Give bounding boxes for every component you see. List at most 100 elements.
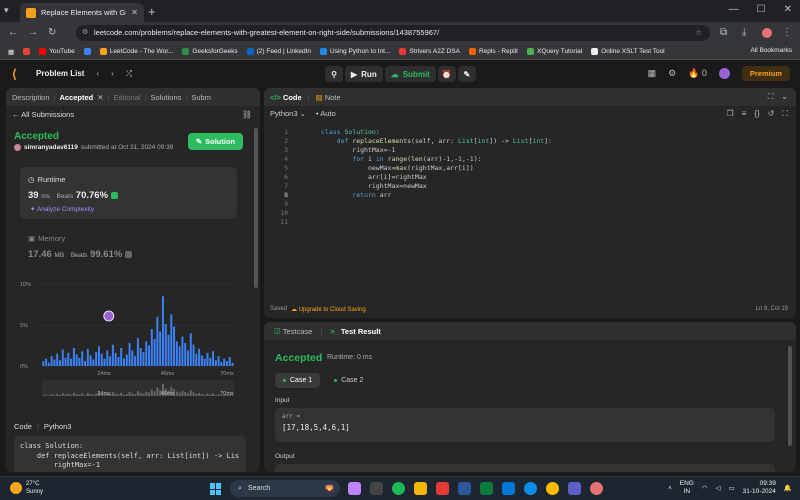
debug-icon[interactable]: ⚲ — [325, 66, 343, 82]
bookmark-youtube[interactable]: YouTube — [39, 48, 75, 55]
windows-start-icon[interactable] — [210, 483, 222, 495]
bookmark-replit[interactable]: Repls - Replit — [468, 48, 518, 55]
case-2-tab[interactable]: Case 2 — [326, 373, 371, 388]
format-icon[interactable]: ≡ — [742, 109, 747, 119]
braces-icon[interactable]: {} — [754, 109, 759, 119]
shuffle-icon[interactable]: ⤮ — [126, 69, 132, 79]
tab-test-result[interactable]: >_ Test Result — [330, 327, 381, 336]
streak-counter[interactable]: 🔥 0 — [688, 68, 707, 79]
tab-solutions[interactable]: Solutions — [151, 93, 182, 102]
tab-note[interactable]: ▤ Note — [316, 93, 341, 102]
premium-button[interactable]: Premium — [741, 66, 790, 81]
weather-widget[interactable]: 27°C Sunny — [10, 480, 43, 496]
extensions-icon[interactable]: ⧉ — [720, 27, 727, 38]
case-1-tab[interactable]: Case 1 — [275, 373, 321, 388]
bookmark-gmail[interactable] — [23, 48, 31, 55]
layout-icon[interactable]: ▦ — [648, 68, 657, 79]
analyze-complexity-link[interactable]: ✦ Analyze Complexity — [30, 205, 94, 213]
taskbar-search[interactable]: ⌕ Search 🌄 — [230, 480, 340, 497]
close-tab-icon[interactable]: ✕ — [97, 93, 103, 102]
clock[interactable]: 09:39 31-10-2024 — [743, 480, 776, 496]
username[interactable]: simranyadav6119 — [24, 144, 78, 151]
bookmark-icon[interactable]: ❐ — [727, 109, 734, 119]
file-explorer-icon[interactable] — [414, 482, 427, 495]
chrome-profile-icon[interactable] — [590, 482, 603, 495]
all-submissions-link[interactable]: ← All Submissions — [12, 110, 74, 119]
all-bookmarks[interactable]: All Bookmarks — [750, 47, 792, 54]
solution-button[interactable]: ✎ Solution — [188, 133, 243, 150]
excel-icon[interactable] — [480, 482, 493, 495]
scrollbar[interactable] — [788, 346, 792, 446]
vscode-icon[interactable] — [502, 482, 515, 495]
language-select[interactable]: Python3 ⌄ — [270, 109, 306, 118]
bookmark-leetcode[interactable]: LeetCode - The Wor... — [99, 48, 173, 55]
chrome-menu-icon[interactable]: ⋮ — [782, 27, 792, 38]
run-button[interactable]: ▶ Run — [345, 66, 383, 82]
edge-icon[interactable] — [524, 482, 537, 495]
task-view-icon[interactable] — [370, 482, 383, 495]
collapse-panel-icon[interactable]: ⌄ — [781, 92, 788, 102]
app-icon[interactable] — [436, 482, 449, 495]
teams-icon[interactable] — [568, 482, 581, 495]
leetcode-logo-icon[interactable]: ⟨ — [12, 67, 24, 81]
memory-label-row[interactable]: ▣ Memory — [28, 234, 65, 243]
tab-code[interactable]: </> Code — [270, 93, 302, 102]
volume-icon[interactable]: ◁ — [716, 484, 721, 492]
spotify-icon[interactable] — [392, 482, 405, 495]
tab-submissions[interactable]: Subm — [191, 93, 211, 102]
user-avatar[interactable] — [718, 68, 730, 79]
download-icon[interactable]: ⤓ — [742, 27, 746, 38]
back-icon[interactable]: ← — [8, 27, 18, 38]
timer-icon[interactable]: ⏰ — [437, 66, 456, 82]
word-icon[interactable] — [458, 482, 471, 495]
share-link-icon[interactable]: ⛓ — [242, 110, 252, 119]
language-indicator[interactable]: ENG IN — [680, 480, 694, 496]
maximize-icon[interactable]: ☐ — [757, 4, 766, 15]
submit-button[interactable]: ☁ Submit — [384, 66, 436, 82]
auto-mode[interactable]: • Auto — [316, 109, 336, 118]
bookmark-xslt[interactable]: Online XSLT Test Tool — [591, 48, 665, 55]
fullscreen-icon[interactable]: ⛶ — [782, 109, 788, 119]
bookmark-python[interactable]: Using Python to Int... — [320, 48, 390, 55]
prev-problem-icon[interactable]: ‹ — [96, 69, 99, 79]
code-editor[interactable]: 1 2 3 4 5 6 7 8 9 10 11 class Solution: … — [264, 126, 796, 298]
runtime-distribution-chart[interactable]: 10% 5% 0% 24ms 46ms 70ms 24ms 46ms 70ms — [20, 280, 242, 408]
tab-search-icon[interactable]: ▾ — [4, 5, 16, 17]
copilot-icon[interactable] — [348, 482, 361, 495]
url-field[interactable]: ⚙ leetcode.com/problems/replace-elements… — [76, 25, 710, 41]
forward-icon[interactable]: → — [28, 27, 38, 38]
notes-icon[interactable]: ✎ — [457, 66, 476, 82]
settings-icon[interactable]: ⚙ — [668, 68, 676, 79]
bookmark-2[interactable] — [83, 48, 91, 55]
tab-accepted[interactable]: Accepted — [59, 93, 93, 102]
tab-testcase[interactable]: ☑ Testcase — [274, 327, 312, 336]
bookmark-star-icon[interactable]: ☆ — [695, 25, 702, 41]
close-window-icon[interactable]: ✕ — [784, 4, 792, 15]
bookmark-linkedin[interactable]: (2) Feed | LinkedIn — [246, 48, 311, 55]
apps-icon[interactable]: ▦ — [8, 48, 14, 56]
site-info-icon[interactable]: ⚙ — [82, 25, 88, 41]
tab-editorial[interactable]: Editorial — [113, 93, 140, 102]
problem-list-link[interactable]: Problem List — [36, 69, 84, 79]
bookmark-xquery[interactable]: XQuery Tutorial — [526, 48, 582, 55]
tab-description[interactable]: Description — [12, 93, 50, 102]
chrome-icon[interactable] — [546, 482, 559, 495]
reset-icon[interactable]: ↺ — [768, 109, 775, 119]
reload-icon[interactable]: ↻ — [48, 27, 56, 38]
new-tab-icon[interactable]: + — [148, 4, 156, 19]
runtime-card[interactable]: ◷ Runtime 39 ms Beats 70.76% ✦ Analyze Co… — [20, 167, 237, 219]
profile-avatar[interactable] — [762, 28, 772, 38]
browser-tab[interactable]: Replace Elements with Greatest ✕ — [20, 3, 144, 22]
battery-icon[interactable]: ▭ — [729, 484, 735, 492]
bookmark-geeksforgeeks[interactable]: GeeksforGeeks — [182, 48, 238, 55]
scrollbar[interactable] — [254, 128, 258, 288]
close-tab-icon[interactable]: ✕ — [131, 8, 138, 17]
bookmark-strivers[interactable]: Strivers A2Z DSA — [399, 48, 460, 55]
upgrade-link[interactable]: ☁ Upgrade to Cloud Saving — [291, 306, 366, 313]
notifications-icon[interactable]: 🔔 — [784, 484, 792, 492]
maximize-panel-icon[interactable]: ⛶ — [768, 92, 774, 102]
next-problem-icon[interactable]: › — [111, 69, 114, 79]
minimize-icon[interactable]: — — [729, 4, 739, 15]
tray-chevron-icon[interactable]: ˄ — [668, 485, 672, 492]
wifi-icon[interactable]: ◠ — [702, 484, 708, 492]
